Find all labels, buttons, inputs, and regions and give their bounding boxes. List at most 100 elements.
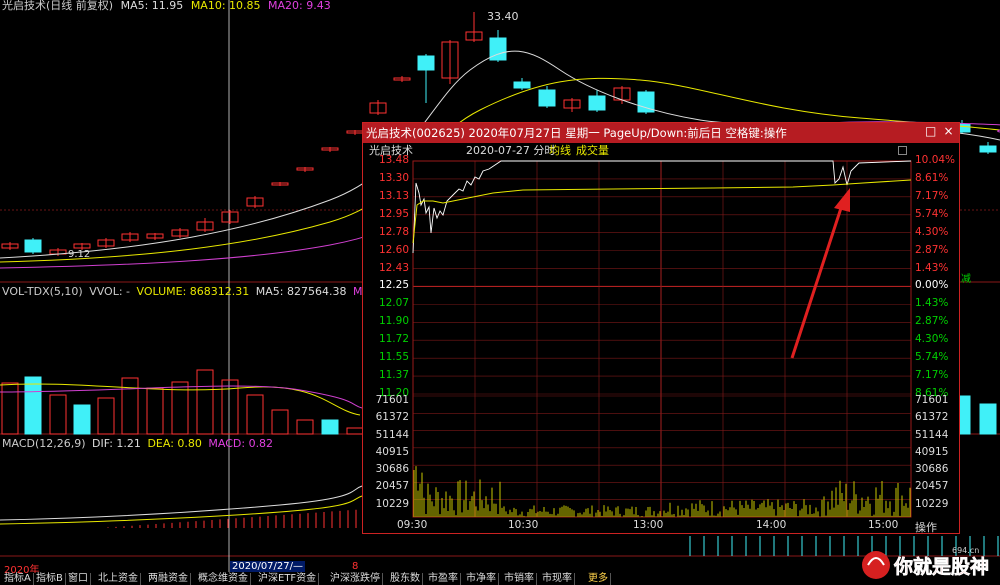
volume-bar: [97, 397, 115, 435]
macd-value: MACD: 0.82: [208, 437, 274, 450]
time-tick-label: 10:30: [508, 519, 539, 531]
intraday-popup-window[interactable]: 光启技术(002625) 2020年07月27日 星期一 PageUp/Down…: [362, 122, 960, 534]
price-tick-label: 12.43: [378, 261, 409, 274]
volume-panel-header: VOL-TDX(5,10) VVOL: - VOLUME: 868312.31 …: [2, 285, 384, 298]
volume-tick-label: 51144: [375, 428, 409, 441]
side-label: 减: [961, 274, 971, 285]
vol-ma5-line: [0, 383, 361, 416]
percent-tick-label: 4.30%: [915, 225, 949, 238]
ma20-value: MA20: 9.43: [268, 0, 331, 12]
price-tick-label: 12.25: [378, 279, 409, 292]
volume-tick-label: 30686: [375, 463, 409, 476]
dif-value: DIF: 1.21: [92, 437, 141, 450]
time-tick-label: 15:00: [868, 519, 899, 531]
ma5-value: MA5: 11.95: [120, 0, 184, 12]
volume-value: VOLUME: 868312.31: [136, 285, 250, 298]
volume-bar: [73, 404, 91, 435]
candle-body: [588, 95, 606, 111]
price-tick-label: 12.95: [378, 207, 409, 220]
watermark-logo: 你就是股神 694.cn: [862, 546, 989, 579]
macd-panel-header: MACD(12,26,9) DIF: 1.21 DEA: 0.80 MACD: …: [2, 437, 273, 450]
price-tick-label: 11.72: [378, 333, 409, 346]
volume-bar: [24, 376, 42, 435]
volume-tick-label: 61372: [915, 411, 949, 424]
bottom-tab-3[interactable]: 北上资金: [96, 573, 141, 585]
volume-bar: [979, 403, 997, 435]
stock-period-title: 光启技术(日线 前复权): [2, 0, 114, 12]
percent-tick-label: 0.00%: [915, 279, 949, 292]
volume-tick-label: 10229: [915, 497, 949, 510]
vol-indicator-name: VOL-TDX(5,10): [2, 285, 83, 298]
percent-tick-label: 8.61%: [915, 171, 949, 184]
high-price-label: 33.40: [487, 10, 519, 23]
cursor-date-label: 2020/07/27/—: [230, 561, 306, 572]
candle-body: [417, 55, 435, 71]
bottom-tab-bar: 指标A 指标B 窗口 北上资金 两融资金 概念维资金 沪深ETF资金 沪深涨跌停 股东数 市盈率市…: [0, 573, 1000, 585]
bottom-tab-0[interactable]: 指标A: [2, 573, 34, 585]
volume-bar: [196, 369, 214, 435]
percent-tick-label: 1.43%: [915, 261, 949, 274]
volume-tick-label: 71601: [375, 394, 409, 406]
bottom-tab-9[interactable]: 市盈率: [426, 573, 461, 585]
intraday-axis-labels: 13.48 13.30 13.13 12.95 12.78 12.60 12.43 12.25…: [363, 123, 959, 533]
bottom-tab-1[interactable]: 指标B: [34, 573, 66, 585]
price-tick-label: 12.07: [378, 297, 409, 310]
bottom-tab-8[interactable]: 股东数: [388, 573, 423, 585]
vvol-value: VVOL: -: [89, 285, 131, 298]
percent-tick-label: 4.30%: [915, 333, 949, 346]
volume-tick-label: 10229: [375, 497, 409, 510]
vol-ma5-value: MA5: 827564.38: [255, 285, 347, 298]
volume-bar: [121, 377, 139, 435]
volume-tick-label: 20457: [915, 480, 949, 493]
watermark-text: 你就是股神: [893, 555, 989, 578]
percent-tick-label: 5.74%: [915, 207, 949, 220]
bottom-tab-7[interactable]: 沪深涨跌停: [328, 573, 383, 585]
percent-tick-label: 1.43%: [915, 297, 949, 310]
time-tick-label: 13:00: [633, 519, 664, 531]
volume-tick-label: 40915: [375, 445, 409, 458]
low-price-label: 9.12: [68, 249, 91, 260]
percent-tick-label: 2.87%: [915, 315, 949, 328]
bottom-tab-10[interactable]: 市净率: [464, 573, 499, 585]
volume-tick-label: 71601: [915, 394, 949, 406]
price-tick-label: 11.55: [378, 351, 409, 364]
bottom-tab-6[interactable]: 沪深ETF资金: [256, 573, 320, 585]
volume-tick-label: 51144: [915, 428, 949, 441]
dea-value: DEA: 0.80: [147, 437, 202, 450]
bottom-tab-2[interactable]: 窗口: [66, 573, 91, 585]
candle-body: [979, 145, 997, 153]
volume-bar: [246, 394, 264, 435]
price-tick-label: 13.30: [378, 171, 409, 184]
month-label: 8: [352, 561, 359, 572]
price-tick-label: 12.60: [378, 243, 409, 256]
ma10-value: MA10: 10.85: [190, 0, 261, 12]
macd-indicator-name: MACD(12,26,9): [2, 437, 86, 450]
volume-bar: [49, 394, 67, 435]
percent-tick-label: 7.17%: [915, 189, 949, 202]
operate-button[interactable]: 操作: [915, 519, 937, 535]
price-tick-label: 13.48: [378, 154, 409, 166]
percent-tick-label: 2.87%: [915, 243, 949, 256]
volume-bar: [271, 409, 289, 435]
volume-bar: [146, 387, 164, 435]
candle-body: [24, 239, 42, 253]
time-tick-label: 14:00: [756, 519, 787, 531]
bottom-tab-5[interactable]: 概念维资金: [196, 573, 251, 585]
bottom-tab-13[interactable]: 更多: [586, 573, 611, 585]
candle-body: [513, 81, 531, 89]
main-chart-header: 光启技术(日线 前复权) MA5: 11.95 MA10: 10.85 MA20…: [2, 0, 331, 13]
volume-tick-label: 30686: [915, 463, 949, 476]
bottom-tab-11[interactable]: 市销率: [502, 573, 537, 585]
bottom-tab-12[interactable]: 市现率: [540, 573, 575, 585]
volume-tick-label: 61372: [375, 411, 409, 424]
volume-tick-label: 20457: [375, 480, 409, 493]
volume-bar: [346, 427, 364, 435]
percent-tick-label: 10.04%: [915, 154, 956, 166]
price-tick-label: 13.13: [378, 189, 409, 202]
volume-bar: [296, 419, 314, 435]
volume-tick-label: 40915: [915, 445, 949, 458]
volume-bar: [1, 382, 19, 435]
percent-tick-label: 5.74%: [915, 351, 949, 364]
percent-tick-label: 7.17%: [915, 369, 949, 382]
bottom-tab-4[interactable]: 两融资金: [146, 573, 191, 585]
